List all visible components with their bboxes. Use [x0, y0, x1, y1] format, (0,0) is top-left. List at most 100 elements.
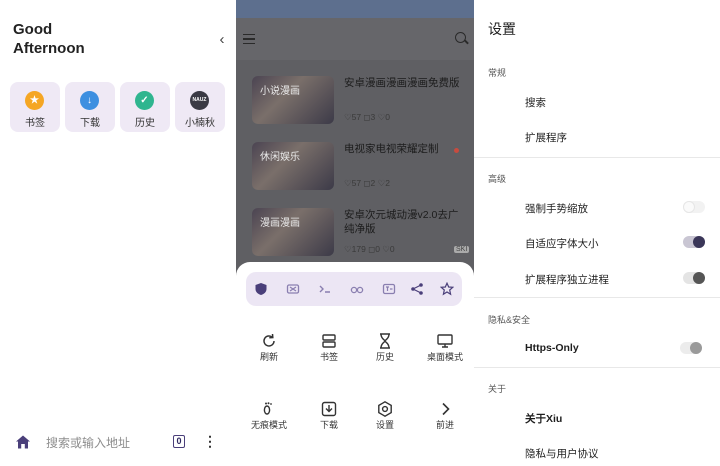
setting-extension-process[interactable]: 扩展程序独立进程: [525, 272, 609, 287]
settings-panel: 设置 常规 搜索 扩展程序 高级 强制手势缩放 自适应字体大小 扩展程序独立进程…: [474, 0, 720, 466]
item-meta: ♡57 ◻3 ♡0: [344, 112, 390, 122]
menu-settings[interactable]: 设置: [360, 394, 410, 434]
tab-count-button[interactable]: 0: [173, 435, 185, 448]
setting-https-only[interactable]: Https-Only: [525, 342, 579, 354]
section-header-privacy: 隐私&安全: [488, 315, 531, 325]
thumbnail-tag: 漫画漫画: [260, 218, 300, 229]
home-icon[interactable]: [15, 434, 31, 450]
thumbnail-tag: 休闲娱乐: [260, 152, 300, 163]
menu-label: 前进: [435, 420, 454, 430]
force-zoom-toggle[interactable]: [683, 201, 705, 213]
page-title: 设置: [488, 21, 516, 37]
item-meta: ♡57 ◻2 ♡2: [344, 178, 390, 188]
menu-history[interactable]: 历史: [360, 326, 410, 366]
settings-hex-icon: [378, 400, 392, 418]
address-input[interactable]: 搜索或输入地址: [46, 434, 130, 451]
tile-bookmarks[interactable]: ★ 书签: [10, 82, 60, 132]
shield-icon[interactable]: [254, 282, 268, 296]
item-thumbnail: 小说漫画: [252, 76, 334, 124]
tile-history[interactable]: ✓ 历史: [120, 82, 170, 132]
address-bar: 搜索或输入地址 0 ⋮: [0, 426, 236, 458]
section-header-advanced: 高级: [488, 174, 507, 184]
history-leaf-icon: ✓: [135, 91, 154, 110]
divider: [474, 367, 720, 368]
greeting-title: Good Afternoon: [13, 21, 85, 57]
menu-label: 无痕模式: [250, 420, 287, 430]
home-panel: Good Afternoon ‹ ★ 书签 ↓ 下载 ✓ 历史 NAUZ 小楠秋: [0, 0, 236, 466]
item-badge: SKI: [454, 246, 470, 253]
browser-menu-sheet: 刷新 书签 历史 桌面模式 无痕模式 下载 设置 前进: [236, 262, 474, 466]
https-only-toggle[interactable]: [680, 342, 702, 354]
menu-grid: 刷新 书签 历史 桌面模式 无痕模式 下载 设置 前进: [236, 326, 474, 466]
menu-label: 下载: [319, 420, 338, 430]
content-feed: 小说漫画 安卓漫画漫画漫画免费版 ♡57 ◻3 ♡0 休闲娱乐 电视家电视荣耀定…: [236, 62, 474, 262]
star-icon[interactable]: [440, 282, 454, 296]
menu-desktop-mode[interactable]: 桌面模式: [420, 326, 470, 366]
page-toolbar: [236, 18, 474, 60]
adaptive-font-toggle[interactable]: [683, 236, 705, 248]
menu-label: 桌面模式: [426, 352, 463, 362]
quick-actions-bar: [246, 272, 462, 306]
item-title: 电视家电视荣耀定制: [344, 143, 439, 155]
menu-incognito[interactable]: 无痕模式: [244, 394, 294, 434]
bookmark-star-icon: ★: [25, 91, 44, 110]
menu-bookmarks[interactable]: 书签: [304, 326, 354, 366]
menu-label: 刷新: [259, 352, 278, 362]
section-header-about: 关于: [488, 384, 507, 394]
footprint-icon: [263, 402, 272, 415]
script-icon[interactable]: [318, 282, 332, 296]
site-logo-icon: NAUZ: [190, 91, 209, 110]
menu-refresh[interactable]: 刷新: [244, 326, 294, 366]
item-title: 安卓漫画漫画漫画免费版: [344, 77, 460, 89]
share-icon[interactable]: [410, 282, 424, 296]
shortcut-tiles: ★ 书签 ↓ 下载 ✓ 历史 NAUZ 小楠秋: [10, 82, 226, 134]
screenshot-root: Good Afternoon ‹ ★ 书签 ↓ 下载 ✓ 历史 NAUZ 小楠秋: [0, 0, 720, 466]
extension-process-toggle[interactable]: [683, 272, 705, 284]
menu-label: 书签: [319, 352, 338, 362]
setting-search[interactable]: 搜索: [525, 95, 546, 110]
ad-block-icon[interactable]: [286, 282, 300, 296]
tile-downloads[interactable]: ↓ 下载: [65, 82, 115, 132]
setting-privacy-agreement[interactable]: 隐私与用户协议: [525, 446, 599, 461]
item-thumbnail: 休闲娱乐: [252, 142, 334, 190]
forward-chevron-icon: [442, 402, 450, 416]
menu-forward[interactable]: 前进: [420, 394, 470, 434]
item-title: 安卓次元城动漫v2.0去广纯净版: [344, 209, 459, 235]
collapse-chevron-icon[interactable]: ‹: [213, 29, 231, 51]
more-menu-icon[interactable]: ⋮: [203, 432, 217, 450]
bookmarks-icon: [322, 334, 336, 348]
glasses-icon[interactable]: [350, 282, 364, 296]
item-meta: ♡179 ◻0 ♡0: [344, 244, 395, 254]
new-indicator-dot: [454, 148, 459, 153]
desktop-icon: [437, 334, 453, 348]
search-icon[interactable]: [455, 32, 466, 43]
download-tray-icon: [321, 401, 337, 417]
thumbnail-tag: 小说漫画: [260, 86, 300, 97]
setting-about-xiu[interactable]: 关于Xiu: [525, 411, 562, 426]
list-item[interactable]: 休闲娱乐 电视家电视荣耀定制 ♡57 ◻2 ♡2: [248, 128, 470, 192]
browser-panel: 小说漫画 安卓漫画漫画漫画免费版 ♡57 ◻3 ♡0 休闲娱乐 电视家电视荣耀定…: [236, 0, 474, 466]
menu-downloads[interactable]: 下载: [304, 394, 354, 434]
divider: [474, 157, 720, 158]
tile-label: 小楠秋: [185, 118, 215, 129]
tile-site[interactable]: NAUZ 小楠秋: [175, 82, 225, 132]
item-thumbnail: 漫画漫画: [252, 208, 334, 256]
menu-label: 历史: [375, 352, 394, 362]
setting-extensions[interactable]: 扩展程序: [525, 130, 567, 145]
hourglass-icon: [380, 333, 390, 349]
page-header-strip: [236, 0, 474, 18]
tile-label: 书签: [25, 118, 45, 129]
divider: [474, 297, 720, 298]
hamburger-menu-icon[interactable]: [243, 34, 255, 44]
setting-force-zoom[interactable]: 强制手势缩放: [525, 201, 588, 216]
list-item[interactable]: 小说漫画 安卓漫画漫画漫画免费版 ♡57 ◻3 ♡0: [248, 62, 470, 126]
menu-label: 设置: [375, 420, 394, 430]
tile-label: 下载: [80, 118, 100, 129]
section-header-general: 常规: [488, 68, 507, 78]
translate-icon[interactable]: [382, 282, 396, 296]
download-icon: ↓: [80, 91, 99, 110]
tile-label: 历史: [135, 118, 155, 129]
list-item[interactable]: 漫画漫画 安卓次元城动漫v2.0去广纯净版 ♡179 ◻0 ♡0 SKI: [248, 194, 470, 258]
setting-adaptive-font[interactable]: 自适应字体大小: [525, 236, 599, 251]
refresh-icon: [263, 333, 275, 347]
